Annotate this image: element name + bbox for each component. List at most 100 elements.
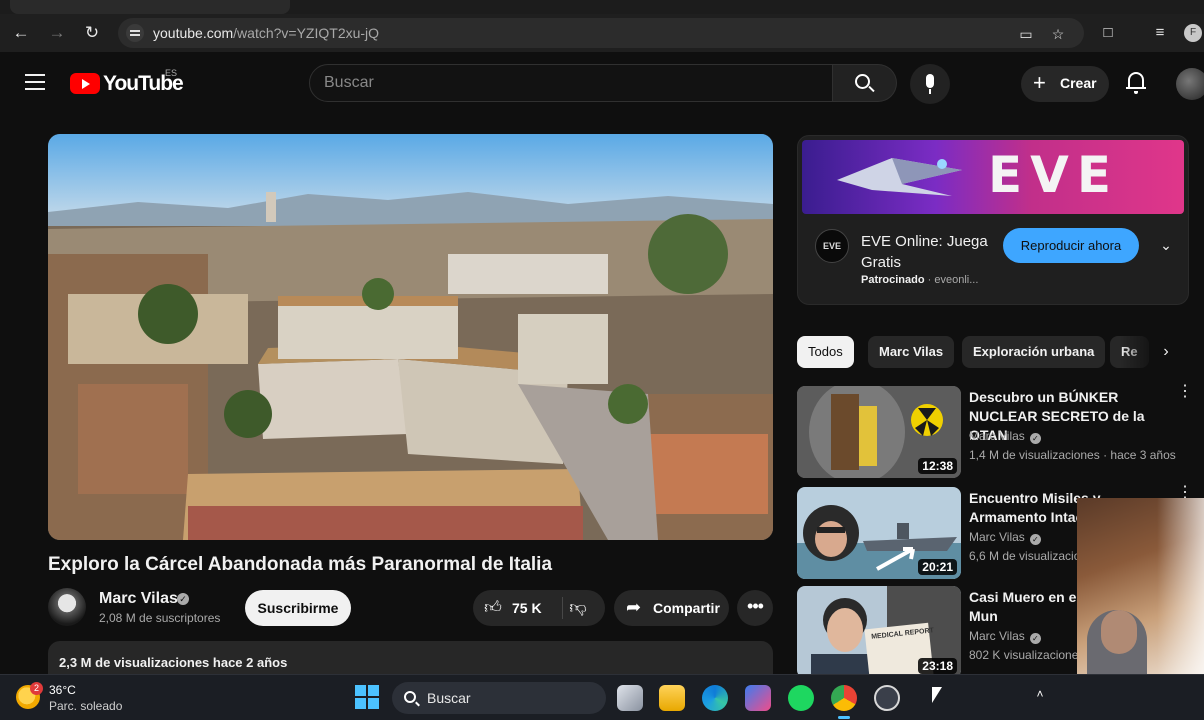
forward-icon[interactable]: → xyxy=(45,22,69,44)
recommended-channel-name: Marc Vilas xyxy=(969,629,1025,643)
cast-icon[interactable]: ▭ xyxy=(1016,24,1036,44)
profile-avatar[interactable]: F xyxy=(1184,24,1202,42)
dislike-icon[interactable]: 👎︎ xyxy=(568,598,588,618)
bookmark-star-icon[interactable]: ☆ xyxy=(1048,24,1068,44)
more-options-icon[interactable]: ⋮ xyxy=(1177,384,1193,408)
subscribe-button[interactable]: Suscribirme xyxy=(245,590,351,626)
chip-todos[interactable]: Todos xyxy=(797,336,854,368)
obs-recorder-icon[interactable] xyxy=(874,685,900,711)
verified-badge-icon: ✓ xyxy=(1029,534,1041,545)
video-duration: 12:38 xyxy=(918,458,957,474)
chip-marc-vilas[interactable]: Marc Vilas xyxy=(868,336,955,368)
sponsored-ad-card[interactable]: EVE EVE EVE Online: Juega Gratis Patroci… xyxy=(797,135,1189,305)
weather-temperature[interactable]: 36°C xyxy=(49,683,76,697)
video-stats: 2,3 M de visualizaciones hace 2 años xyxy=(59,655,288,670)
video-thumbnail[interactable]: MEDICAL REPORT 23:18 xyxy=(797,586,961,678)
youtube-header: YouTube ES + Crear xyxy=(0,52,1204,114)
recommended-meta: 1,4 M de visualizaciones · hace 3 años xyxy=(969,448,1176,462)
search-button[interactable] xyxy=(833,64,897,102)
microsoft-store-icon[interactable] xyxy=(745,685,771,711)
recommended-channel: Marc Vilas ✓ xyxy=(969,629,1041,644)
url-text: youtube.com/watch?v=YZIQT2xu-jQ xyxy=(153,25,379,41)
recommended-video[interactable]: 12:38 Descubro un BÚNKER NUCLEAR SECRETO… xyxy=(797,384,1197,478)
video-player[interactable] xyxy=(48,134,773,540)
search-icon xyxy=(404,691,416,703)
video-title: Exploro la Cárcel Abandonada más Paranor… xyxy=(48,554,553,575)
ad-cta-button[interactable]: Reproducir ahora xyxy=(1003,228,1139,263)
address-bar[interactable]: youtube.com/watch?v=YZIQT2xu-jQ ▭ ☆ xyxy=(118,18,1084,48)
like-divider xyxy=(562,597,563,619)
recommended-channel: Marc Vilas ✓ xyxy=(969,530,1041,545)
browser-tab[interactable] xyxy=(10,0,290,14)
extensions-icon[interactable]: □ xyxy=(1097,22,1119,44)
ad-title[interactable]: EVE Online: Juega Gratis xyxy=(861,231,991,273)
ad-banner-wordmark: EVE xyxy=(988,146,1120,204)
url-path: /watch?v=YZIQT2xu-jQ xyxy=(233,25,380,41)
microphone-icon xyxy=(926,74,934,88)
chrome-icon[interactable] xyxy=(831,685,857,719)
media-controls-icon[interactable]: ≡ xyxy=(1149,22,1171,44)
youtube-play-logo-icon xyxy=(70,73,100,94)
video-duration: 23:18 xyxy=(918,658,957,674)
edge-browser-icon[interactable] xyxy=(702,685,728,711)
spotify-icon[interactable] xyxy=(788,685,814,711)
search-box xyxy=(309,64,833,102)
share-button[interactable]: ➦ Compartir xyxy=(614,590,729,626)
taskbar-search[interactable]: Buscar xyxy=(392,682,606,714)
account-avatar[interactable] xyxy=(1176,68,1204,100)
verified-badge-icon: ✓ xyxy=(177,593,189,605)
like-count[interactable]: 75 K xyxy=(512,600,542,616)
recommended-meta: 802 K visualizacione xyxy=(969,648,1079,662)
chips-fade xyxy=(1120,336,1160,368)
windows-start-icon[interactable] xyxy=(355,685,379,709)
spaceship-graphic xyxy=(837,158,962,196)
ad-banner-image[interactable]: EVE xyxy=(802,140,1184,214)
recommended-channel-name: Marc Vilas xyxy=(969,429,1025,443)
recommended-channel-name: Marc Vilas xyxy=(969,530,1025,544)
menu-icon[interactable] xyxy=(25,74,45,90)
search-icon xyxy=(855,74,870,89)
recommended-channel: Marc Vilas ✓ xyxy=(969,429,1041,444)
plus-icon: + xyxy=(1033,70,1046,95)
search-input[interactable] xyxy=(324,73,804,93)
browser-toolbar: ← → ↻ youtube.com/watch?v=YZIQT2xu-jQ ▭ … xyxy=(0,14,1204,52)
browser-tab-strip xyxy=(0,0,1204,14)
share-arrow-icon: ➦ xyxy=(626,597,642,617)
windows-taskbar: 2 36°C Parc. soleado Buscar xyxy=(0,674,1204,720)
tray-chevron-up-icon[interactable]: ˄ xyxy=(1032,686,1048,702)
recommended-meta: 6,6 M de visualizacio xyxy=(969,549,1081,563)
share-label: Compartir xyxy=(653,600,720,616)
weather-condition[interactable]: Parc. soleado xyxy=(49,699,122,713)
ad-meta: Patrocinado · eveonli... xyxy=(861,274,978,286)
mouse-cursor-icon xyxy=(932,687,942,703)
subscriber-count: 2,08 M de suscriptores xyxy=(99,611,221,625)
taskbar-search-label: Buscar xyxy=(427,690,471,706)
verified-badge-icon: ✓ xyxy=(1029,433,1041,444)
file-explorer-icon[interactable] xyxy=(659,685,685,711)
url-domain: youtube.com xyxy=(153,25,234,41)
video-frame xyxy=(48,134,773,540)
chevron-down-icon[interactable]: ⌄ xyxy=(1156,235,1176,255)
reload-icon[interactable]: ↻ xyxy=(80,22,104,44)
video-thumbnail[interactable]: 20:21 xyxy=(797,487,961,579)
notifications-bell-icon[interactable] xyxy=(1124,70,1148,96)
like-dislike-group: 👍︎ 75 K 👎︎ xyxy=(473,590,605,626)
task-view-icon[interactable] xyxy=(617,685,643,711)
voice-search-button[interactable] xyxy=(910,64,950,104)
create-label: Crear xyxy=(1060,75,1097,91)
chip-exploracion-urbana[interactable]: Exploración urbana xyxy=(962,336,1106,368)
site-info-icon[interactable] xyxy=(126,24,144,42)
verified-badge-icon: ✓ xyxy=(1029,633,1041,644)
channel-name[interactable]: Marc Vilas xyxy=(99,590,178,608)
advertiser-domain: · eveonli... xyxy=(927,274,979,286)
video-duration: 20:21 xyxy=(918,559,957,575)
channel-avatar[interactable] xyxy=(48,588,86,626)
video-thumbnail[interactable]: 12:38 xyxy=(797,386,961,478)
create-button[interactable]: + Crear xyxy=(1021,66,1109,102)
more-actions-icon[interactable]: ••• xyxy=(737,590,773,626)
country-code: ES xyxy=(165,68,178,78)
advertiser-logo[interactable]: EVE xyxy=(815,229,849,263)
like-icon[interactable]: 👍︎ xyxy=(483,598,503,618)
back-icon[interactable]: ← xyxy=(9,22,33,44)
chevron-right-icon[interactable]: › xyxy=(1156,342,1176,362)
